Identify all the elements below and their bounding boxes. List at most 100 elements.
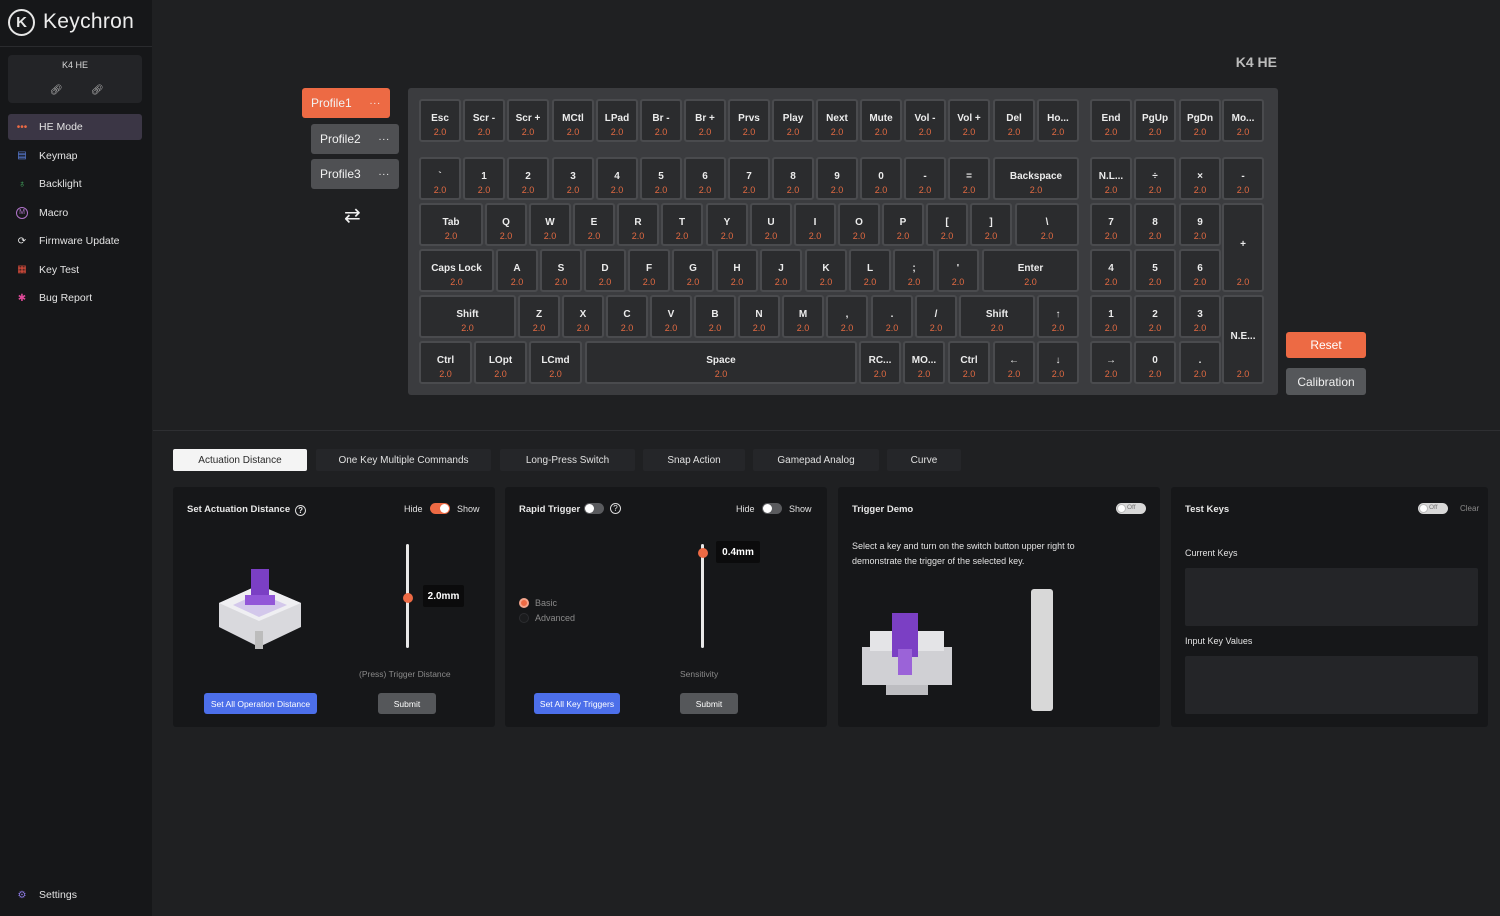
key[interactable]: 0 2.0: [1134, 341, 1176, 384]
key[interactable]: B 2.0: [694, 295, 736, 338]
key[interactable]: 3 2.0: [552, 157, 594, 200]
key[interactable]: Enter 2.0: [982, 249, 1079, 292]
key[interactable]: 8 2.0: [1134, 203, 1176, 246]
submit-button[interactable]: Submit: [680, 693, 738, 714]
key[interactable]: [2.0: [926, 203, 968, 246]
profile-2-button[interactable]: Profile2 ...: [311, 124, 399, 154]
key[interactable]: . 2.0: [871, 295, 913, 338]
test-keys-toggle[interactable]: Off: [1418, 503, 1448, 514]
reset-button[interactable]: Reset: [1286, 332, 1366, 358]
key[interactable]: ] 2.0: [970, 203, 1012, 246]
key[interactable]: ; 2.0: [893, 249, 935, 292]
key[interactable]: - 2.0: [904, 157, 946, 200]
key[interactable]: PgDn 2.0: [1179, 99, 1221, 142]
submit-button[interactable]: Submit: [378, 693, 436, 714]
key[interactable]: Ctrl 2.0: [948, 341, 990, 384]
key[interactable]: Esc 2.0: [419, 99, 461, 142]
key[interactable]: 6 2.0: [684, 157, 726, 200]
key[interactable]: W 2.0: [529, 203, 571, 246]
key[interactable]: M 2.0: [782, 295, 824, 338]
sidebar-item-he-mode[interactable]: ••• HE Mode: [8, 114, 142, 140]
key[interactable]: +2.0: [1222, 203, 1264, 292]
key[interactable]: Br + 2.0: [684, 99, 726, 142]
key[interactable]: 3 2.0: [1179, 295, 1221, 338]
key[interactable]: LOpt 2.0: [474, 341, 527, 384]
help-icon[interactable]: ?: [295, 505, 307, 516]
key[interactable]: RC... 2.0: [859, 341, 901, 384]
link-icon[interactable]: 🔗︎: [50, 85, 63, 96]
key[interactable]: Ho... 2.0: [1037, 99, 1079, 142]
key[interactable]: Space 2.0: [585, 341, 857, 384]
show-toggle[interactable]: [762, 503, 782, 514]
key[interactable]: 1 2.0: [1090, 295, 1132, 338]
key[interactable]: Del 2.0: [993, 99, 1035, 142]
tab-actuation-distance[interactable]: Actuation Distance: [173, 449, 307, 471]
profile-1-button[interactable]: Profile1 ...: [302, 88, 390, 118]
key[interactable]: = 2.0: [948, 157, 990, 200]
clear-button[interactable]: Clear: [1460, 504, 1479, 513]
swap-profile-icon[interactable]: ⇄: [344, 203, 361, 228]
key[interactable]: , 2.0: [826, 295, 868, 338]
key[interactable]: Vol + 2.0: [948, 99, 990, 142]
key[interactable]: PgUp 2.0: [1134, 99, 1176, 142]
sidebar-item-firmware-update[interactable]: ⟳ Firmware Update: [8, 228, 142, 254]
key[interactable]: × 2.0: [1179, 157, 1221, 200]
key[interactable]: ` 2.0: [419, 157, 461, 200]
key[interactable]: V 2.0: [650, 295, 692, 338]
key[interactable]: Y 2.0: [706, 203, 748, 246]
key[interactable]: Q 2.0: [485, 203, 527, 246]
set-all-operation-distance-button[interactable]: Set All Operation Distance: [204, 693, 317, 714]
key[interactable]: Play 2.0: [772, 99, 814, 142]
radio-advanced[interactable]: [519, 613, 529, 623]
key[interactable]: F 2.0: [628, 249, 670, 292]
key[interactable]: ↓ 2.0: [1037, 341, 1079, 384]
key[interactable]: MO... 2.0: [903, 341, 945, 384]
key[interactable]: T 2.0: [661, 203, 703, 246]
key[interactable]: ÷ 2.0: [1134, 157, 1176, 200]
key[interactable]: End 2.0: [1090, 99, 1132, 142]
sensitivity-slider-thumb[interactable]: [697, 548, 708, 558]
key[interactable]: U 2.0: [750, 203, 792, 246]
key[interactable]: → 2.0: [1090, 341, 1132, 384]
key[interactable]: D 2.0: [584, 249, 626, 292]
key[interactable]: K 2.0: [805, 249, 847, 292]
rapid-trigger-toggle[interactable]: [584, 503, 604, 514]
sidebar-item-backlight[interactable]: ♁ Backlight: [8, 171, 142, 197]
key[interactable]: P 2.0: [882, 203, 924, 246]
set-all-key-triggers-button[interactable]: Set All Key Triggers: [534, 693, 620, 714]
key[interactable]: A 2.0: [496, 249, 538, 292]
key[interactable]: X 2.0: [562, 295, 604, 338]
tab-snap-action[interactable]: Snap Action: [643, 449, 745, 471]
tab-curve[interactable]: Curve: [887, 449, 961, 471]
key[interactable]: 7 2.0: [728, 157, 770, 200]
key[interactable]: I 2.0: [794, 203, 836, 246]
key[interactable]: E 2.0: [573, 203, 615, 246]
key[interactable]: 5 2.0: [640, 157, 682, 200]
key[interactable]: 1 2.0: [463, 157, 505, 200]
key[interactable]: 8 2.0: [772, 157, 814, 200]
settings-button[interactable]: ⚙ Settings: [16, 889, 77, 901]
key[interactable]: LCmd 2.0: [529, 341, 582, 384]
key[interactable]: Caps Lock 2.0: [419, 249, 494, 292]
key[interactable]: 2 2.0: [1134, 295, 1176, 338]
key[interactable]: / 2.0: [915, 295, 957, 338]
key[interactable]: 4 2.0: [596, 157, 638, 200]
show-toggle[interactable]: [430, 503, 450, 514]
key[interactable]: ↑ 2.0: [1037, 295, 1079, 338]
key[interactable]: 9 2.0: [1179, 203, 1221, 246]
key[interactable]: Tab 2.0: [419, 203, 483, 246]
key[interactable]: N.E... 2.0: [1222, 295, 1264, 384]
key[interactable]: 2 2.0: [507, 157, 549, 200]
tab-long-press-switch[interactable]: Long-Press Switch: [500, 449, 635, 471]
key[interactable]: LPad 2.0: [596, 99, 638, 142]
key[interactable]: Br - 2.0: [640, 99, 682, 142]
key[interactable]: ' 2.0: [937, 249, 979, 292]
key[interactable]: ← 2.0: [993, 341, 1035, 384]
sidebar-item-macro[interactable]: M Macro: [8, 200, 142, 226]
key[interactable]: C 2.0: [606, 295, 648, 338]
key[interactable]: L 2.0: [849, 249, 891, 292]
key[interactable]: 5 2.0: [1134, 249, 1176, 292]
key[interactable]: Z 2.0: [518, 295, 560, 338]
key[interactable]: H 2.0: [716, 249, 758, 292]
key[interactable]: Prvs 2.0: [728, 99, 770, 142]
